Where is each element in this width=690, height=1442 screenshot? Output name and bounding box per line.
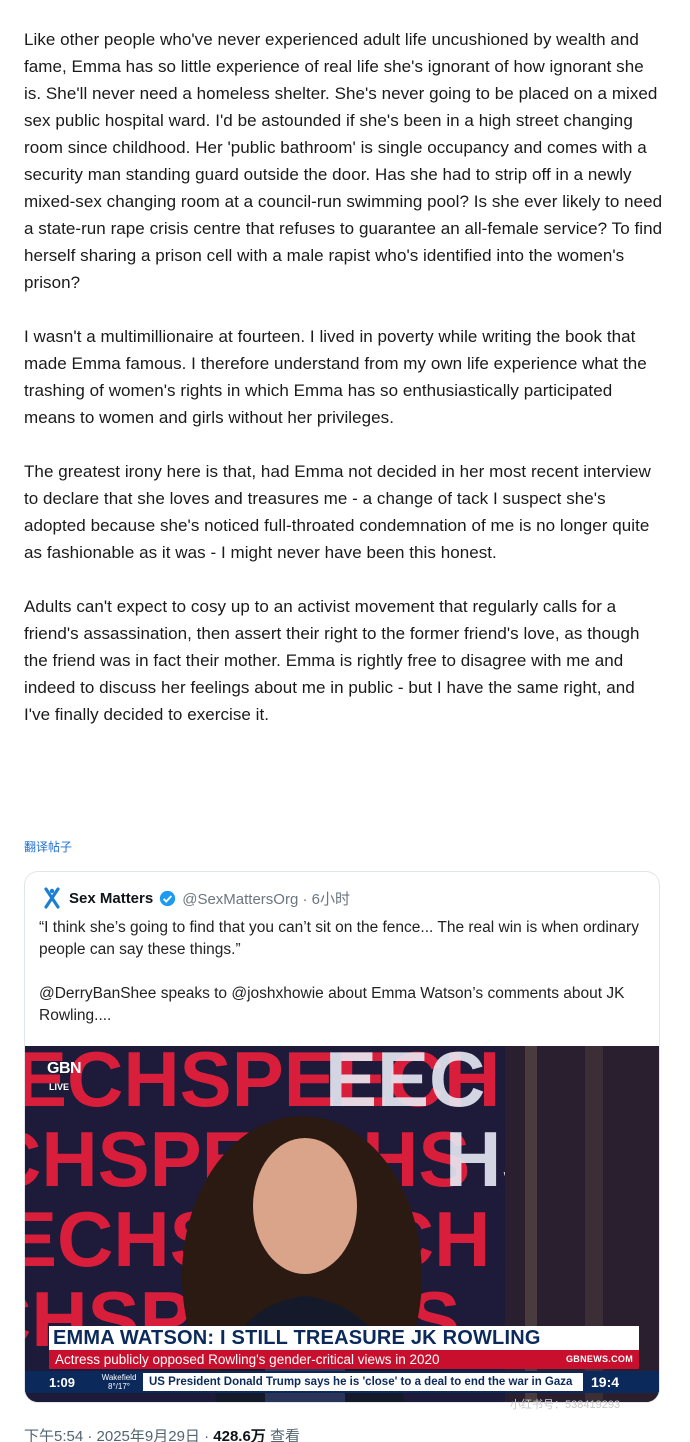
post-paragraph: The greatest irony here is that, had Emm… <box>24 462 651 562</box>
verified-badge-icon <box>160 890 176 906</box>
live-label: LIVE <box>49 1082 70 1092</box>
weather-location: Wakefield 8°/17° <box>101 1373 137 1391</box>
sex-matters-logo-icon <box>44 887 60 909</box>
channel-logo: GBN <box>47 1060 82 1077</box>
ticker-message: US President Donald Trump says he is 'cl… <box>143 1373 583 1391</box>
quoted-author-handle: @SexMattersOrg · 6小时 <box>182 890 350 908</box>
view-label: 查看 <box>265 1428 300 1442</box>
news-ticker: 1:09 Wakefield 8°/17° US President Donal… <box>25 1371 659 1393</box>
view-count: 428.6万 <box>213 1428 266 1442</box>
video-duration: 1:09 <box>49 1374 76 1390</box>
translate-post-link[interactable]: 翻译帖子 <box>24 838 72 855</box>
quoted-post-card[interactable]: Sex Matters @SexMattersOrg · 6小时 “I thin… <box>24 871 660 1403</box>
news-lower-third: EMMA WATSON: I STILL TREASURE JK ROWLING… <box>49 1326 639 1369</box>
quoted-post-text: “I think she’s going to find that you ca… <box>39 917 649 1027</box>
watermark-text: 小红书号：538419293 <box>510 1399 621 1411</box>
quoted-text-description: @DerryBanShee speaks to @joshxhowie abou… <box>39 985 625 1024</box>
news-site-label: GBNEWS.COM <box>566 1354 633 1364</box>
post-paragraph: Like other people who've never experienc… <box>24 30 663 292</box>
post-meta: 下午5:54 · 2025年9月29日 · 428.6万 查看 <box>24 1425 300 1442</box>
post-paragraph: I wasn't a multimillionaire at fourteen.… <box>24 327 647 427</box>
news-subheadline: Actress publicly opposed Rowling's gende… <box>49 1350 639 1369</box>
post-body: Like other people who've never experienc… <box>24 26 664 728</box>
quoted-text-quote: “I think she’s going to find that you ca… <box>39 919 639 958</box>
news-headline: EMMA WATSON: I STILL TREASURE JK ROWLING <box>49 1326 639 1350</box>
broadcast-clock: 19:4 <box>591 1374 620 1390</box>
quoted-author-name[interactable]: Sex Matters <box>69 890 153 907</box>
quoted-post-header: Sex Matters @SexMattersOrg · 6小时 <box>41 886 350 910</box>
subheadline-text: Actress publicly opposed Rowling's gende… <box>55 1352 440 1367</box>
svg-text:EEC: EEC <box>325 1046 485 1123</box>
post-paragraph: Adults can't expect to cosy up to an act… <box>24 597 640 724</box>
post-timestamp[interactable]: 下午5:54 · 2025年9月29日 · <box>24 1428 213 1442</box>
video-player[interactable]: ECHSPEECH CHSPEECHS ECHSPEECH CHSPEECHS … <box>25 1046 659 1402</box>
